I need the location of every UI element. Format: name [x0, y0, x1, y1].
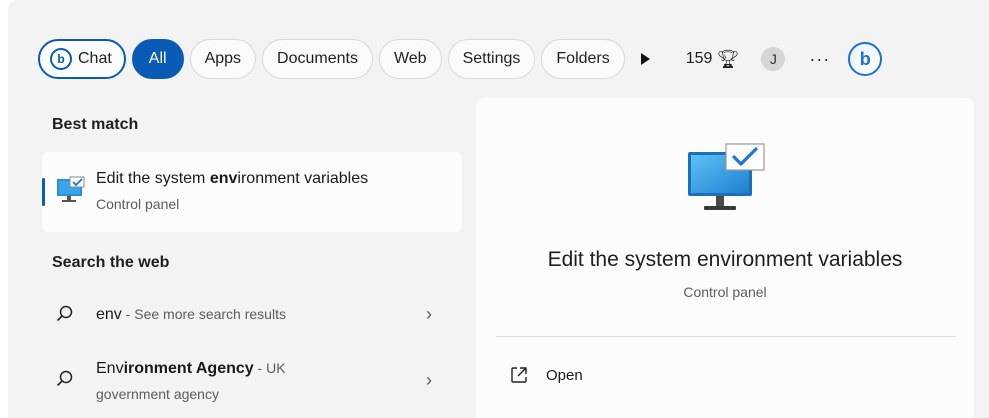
- chevron-right-icon[interactable]: ›: [426, 304, 432, 325]
- selection-accent: [42, 178, 45, 206]
- settings-filter-label: Settings: [462, 50, 521, 67]
- search-icon: [56, 305, 73, 322]
- filter-bar: b Chat All Apps Documents Web Settings F…: [38, 38, 883, 80]
- search-icon: [56, 370, 73, 387]
- settings-filter-button[interactable]: Settings: [447, 39, 536, 79]
- detail-title: Edit the system environment variables: [547, 248, 903, 271]
- bing-icon[interactable]: b: [848, 42, 883, 76]
- best-match-result[interactable]: Edit the system environment variables Co…: [42, 152, 462, 232]
- documents-filter-label: Documents: [277, 50, 358, 67]
- detail-pane: Edit the system environment variables Co…: [476, 98, 974, 418]
- web-result-subtext: government agency: [96, 386, 219, 402]
- chat-filter-label: Chat: [78, 50, 112, 67]
- best-match-title: Edit the system environment variables: [96, 170, 369, 187]
- search-web-heading: Search the web: [52, 254, 170, 271]
- web-result-env[interactable]: env - See more search results ›: [42, 298, 462, 338]
- detail-subtitle: Control panel: [683, 284, 767, 300]
- web-result-text: env - See more search results: [96, 306, 286, 323]
- apps-filter-label: Apps: [204, 50, 242, 67]
- rewards-points[interactable]: 159 🏆︎: [686, 49, 740, 70]
- folders-filter-label: Folders: [556, 50, 610, 67]
- open-external-icon: [511, 367, 527, 383]
- search-panel: b Chat All Apps Documents Web Settings F…: [8, 0, 989, 418]
- bing-chat-icon: b: [50, 48, 72, 70]
- open-action-label: Open: [546, 366, 583, 384]
- more-icon[interactable]: ···: [809, 49, 830, 70]
- documents-filter-button[interactable]: Documents: [262, 39, 373, 79]
- best-match-heading: Best match: [52, 116, 139, 133]
- web-filter-label: Web: [393, 50, 427, 67]
- all-filter-label: All: [148, 50, 167, 67]
- avatar-initial: J: [769, 51, 777, 67]
- points-value: 159: [685, 50, 713, 67]
- web-result-environment-agency[interactable]: Environment Agency - UK government agenc…: [42, 352, 462, 408]
- play-icon[interactable]: [640, 53, 650, 65]
- chevron-right-icon[interactable]: ›: [426, 370, 432, 391]
- web-result-text: Environment Agency - UK: [96, 360, 286, 377]
- apps-filter-button[interactable]: Apps: [189, 39, 257, 79]
- monitor-checkmark-icon: [688, 143, 765, 210]
- web-filter-button[interactable]: Web: [378, 39, 442, 79]
- open-action[interactable]: Open: [510, 366, 583, 384]
- detail-divider: [496, 336, 956, 337]
- best-match-subtitle: Control panel: [96, 196, 180, 212]
- chat-filter-button[interactable]: b Chat: [38, 39, 126, 79]
- avatar[interactable]: J: [761, 47, 786, 71]
- all-filter-button[interactable]: All: [131, 39, 184, 79]
- trophy-icon: 🏆︎: [716, 48, 740, 69]
- folders-filter-button[interactable]: Folders: [541, 39, 625, 79]
- monitor-checkmark-icon: [57, 176, 85, 202]
